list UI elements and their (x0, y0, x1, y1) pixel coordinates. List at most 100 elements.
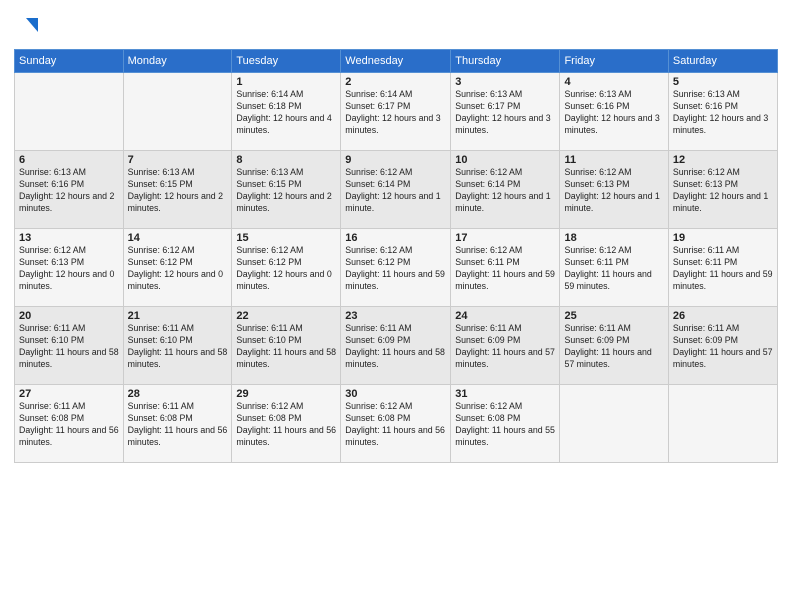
calendar-cell (560, 385, 668, 463)
day-info: Sunrise: 6:13 AM Sunset: 6:15 PM Dayligh… (128, 167, 228, 215)
calendar-week-3: 13Sunrise: 6:12 AM Sunset: 6:13 PM Dayli… (15, 229, 778, 307)
calendar-week-1: 1Sunrise: 6:14 AM Sunset: 6:18 PM Daylig… (15, 73, 778, 151)
calendar-cell (123, 73, 232, 151)
calendar-week-4: 20Sunrise: 6:11 AM Sunset: 6:10 PM Dayli… (15, 307, 778, 385)
calendar-cell: 4Sunrise: 6:13 AM Sunset: 6:16 PM Daylig… (560, 73, 668, 151)
day-number: 12 (673, 154, 773, 166)
calendar-cell: 21Sunrise: 6:11 AM Sunset: 6:10 PM Dayli… (123, 307, 232, 385)
day-info: Sunrise: 6:12 AM Sunset: 6:11 PM Dayligh… (455, 245, 555, 293)
day-info: Sunrise: 6:11 AM Sunset: 6:11 PM Dayligh… (673, 245, 773, 293)
day-header-wednesday: Wednesday (341, 50, 451, 73)
day-number: 11 (564, 154, 663, 166)
calendar-header-row: SundayMondayTuesdayWednesdayThursdayFrid… (15, 50, 778, 73)
day-info: Sunrise: 6:12 AM Sunset: 6:12 PM Dayligh… (236, 245, 336, 293)
calendar-cell: 23Sunrise: 6:11 AM Sunset: 6:09 PM Dayli… (341, 307, 451, 385)
day-number: 16 (345, 232, 446, 244)
calendar-cell: 13Sunrise: 6:12 AM Sunset: 6:13 PM Dayli… (15, 229, 124, 307)
day-info: Sunrise: 6:13 AM Sunset: 6:17 PM Dayligh… (455, 89, 555, 137)
calendar-cell: 22Sunrise: 6:11 AM Sunset: 6:10 PM Dayli… (232, 307, 341, 385)
day-header-thursday: Thursday (451, 50, 560, 73)
day-info: Sunrise: 6:12 AM Sunset: 6:13 PM Dayligh… (673, 167, 773, 215)
calendar-cell: 8Sunrise: 6:13 AM Sunset: 6:15 PM Daylig… (232, 151, 341, 229)
day-info: Sunrise: 6:11 AM Sunset: 6:10 PM Dayligh… (19, 323, 119, 371)
day-number: 28 (128, 388, 228, 400)
day-info: Sunrise: 6:12 AM Sunset: 6:12 PM Dayligh… (128, 245, 228, 293)
calendar-cell: 9Sunrise: 6:12 AM Sunset: 6:14 PM Daylig… (341, 151, 451, 229)
day-number: 9 (345, 154, 446, 166)
calendar-cell: 11Sunrise: 6:12 AM Sunset: 6:13 PM Dayli… (560, 151, 668, 229)
calendar-week-5: 27Sunrise: 6:11 AM Sunset: 6:08 PM Dayli… (15, 385, 778, 463)
day-info: Sunrise: 6:11 AM Sunset: 6:09 PM Dayligh… (673, 323, 773, 371)
calendar-cell: 12Sunrise: 6:12 AM Sunset: 6:13 PM Dayli… (668, 151, 777, 229)
day-info: Sunrise: 6:11 AM Sunset: 6:10 PM Dayligh… (128, 323, 228, 371)
day-info: Sunrise: 6:12 AM Sunset: 6:08 PM Dayligh… (455, 401, 555, 449)
day-info: Sunrise: 6:11 AM Sunset: 6:10 PM Dayligh… (236, 323, 336, 371)
day-number: 6 (19, 154, 119, 166)
calendar-cell: 2Sunrise: 6:14 AM Sunset: 6:17 PM Daylig… (341, 73, 451, 151)
day-number: 2 (345, 76, 446, 88)
calendar-cell: 25Sunrise: 6:11 AM Sunset: 6:09 PM Dayli… (560, 307, 668, 385)
day-number: 31 (455, 388, 555, 400)
calendar-cell: 26Sunrise: 6:11 AM Sunset: 6:09 PM Dayli… (668, 307, 777, 385)
logo-icon (18, 14, 40, 36)
calendar-cell: 15Sunrise: 6:12 AM Sunset: 6:12 PM Dayli… (232, 229, 341, 307)
calendar-cell: 24Sunrise: 6:11 AM Sunset: 6:09 PM Dayli… (451, 307, 560, 385)
calendar-cell: 5Sunrise: 6:13 AM Sunset: 6:16 PM Daylig… (668, 73, 777, 151)
calendar-cell: 18Sunrise: 6:12 AM Sunset: 6:11 PM Dayli… (560, 229, 668, 307)
day-info: Sunrise: 6:12 AM Sunset: 6:12 PM Dayligh… (345, 245, 446, 293)
day-number: 20 (19, 310, 119, 322)
day-info: Sunrise: 6:11 AM Sunset: 6:08 PM Dayligh… (19, 401, 119, 449)
calendar-cell: 3Sunrise: 6:13 AM Sunset: 6:17 PM Daylig… (451, 73, 560, 151)
day-info: Sunrise: 6:11 AM Sunset: 6:09 PM Dayligh… (345, 323, 446, 371)
day-number: 4 (564, 76, 663, 88)
calendar-cell: 6Sunrise: 6:13 AM Sunset: 6:16 PM Daylig… (15, 151, 124, 229)
calendar-cell: 30Sunrise: 6:12 AM Sunset: 6:08 PM Dayli… (341, 385, 451, 463)
calendar-week-2: 6Sunrise: 6:13 AM Sunset: 6:16 PM Daylig… (15, 151, 778, 229)
day-info: Sunrise: 6:12 AM Sunset: 6:14 PM Dayligh… (455, 167, 555, 215)
day-number: 3 (455, 76, 555, 88)
day-number: 14 (128, 232, 228, 244)
day-info: Sunrise: 6:12 AM Sunset: 6:13 PM Dayligh… (19, 245, 119, 293)
day-number: 23 (345, 310, 446, 322)
calendar-cell: 28Sunrise: 6:11 AM Sunset: 6:08 PM Dayli… (123, 385, 232, 463)
day-number: 15 (236, 232, 336, 244)
day-info: Sunrise: 6:11 AM Sunset: 6:08 PM Dayligh… (128, 401, 228, 449)
day-header-sunday: Sunday (15, 50, 124, 73)
day-info: Sunrise: 6:12 AM Sunset: 6:08 PM Dayligh… (236, 401, 336, 449)
calendar-cell: 19Sunrise: 6:11 AM Sunset: 6:11 PM Dayli… (668, 229, 777, 307)
day-header-saturday: Saturday (668, 50, 777, 73)
day-number: 21 (128, 310, 228, 322)
calendar-cell: 14Sunrise: 6:12 AM Sunset: 6:12 PM Dayli… (123, 229, 232, 307)
logo (14, 10, 40, 41)
calendar-cell: 29Sunrise: 6:12 AM Sunset: 6:08 PM Dayli… (232, 385, 341, 463)
calendar-cell (668, 385, 777, 463)
day-number: 7 (128, 154, 228, 166)
calendar-cell: 7Sunrise: 6:13 AM Sunset: 6:15 PM Daylig… (123, 151, 232, 229)
calendar-cell: 17Sunrise: 6:12 AM Sunset: 6:11 PM Dayli… (451, 229, 560, 307)
day-header-tuesday: Tuesday (232, 50, 341, 73)
page: SundayMondayTuesdayWednesdayThursdayFrid… (0, 0, 792, 612)
calendar-cell: 20Sunrise: 6:11 AM Sunset: 6:10 PM Dayli… (15, 307, 124, 385)
calendar-cell (15, 73, 124, 151)
calendar-cell: 31Sunrise: 6:12 AM Sunset: 6:08 PM Dayli… (451, 385, 560, 463)
day-number: 29 (236, 388, 336, 400)
day-number: 5 (673, 76, 773, 88)
day-info: Sunrise: 6:13 AM Sunset: 6:16 PM Dayligh… (19, 167, 119, 215)
day-number: 18 (564, 232, 663, 244)
calendar-cell: 16Sunrise: 6:12 AM Sunset: 6:12 PM Dayli… (341, 229, 451, 307)
calendar-cell: 27Sunrise: 6:11 AM Sunset: 6:08 PM Dayli… (15, 385, 124, 463)
day-info: Sunrise: 6:12 AM Sunset: 6:14 PM Dayligh… (345, 167, 446, 215)
day-info: Sunrise: 6:12 AM Sunset: 6:11 PM Dayligh… (564, 245, 663, 293)
day-info: Sunrise: 6:14 AM Sunset: 6:18 PM Dayligh… (236, 89, 336, 137)
day-number: 22 (236, 310, 336, 322)
day-number: 13 (19, 232, 119, 244)
calendar-cell: 1Sunrise: 6:14 AM Sunset: 6:18 PM Daylig… (232, 73, 341, 151)
day-number: 30 (345, 388, 446, 400)
header (14, 10, 778, 41)
day-info: Sunrise: 6:11 AM Sunset: 6:09 PM Dayligh… (455, 323, 555, 371)
day-number: 19 (673, 232, 773, 244)
day-number: 27 (19, 388, 119, 400)
day-number: 25 (564, 310, 663, 322)
calendar-cell: 10Sunrise: 6:12 AM Sunset: 6:14 PM Dayli… (451, 151, 560, 229)
day-number: 1 (236, 76, 336, 88)
